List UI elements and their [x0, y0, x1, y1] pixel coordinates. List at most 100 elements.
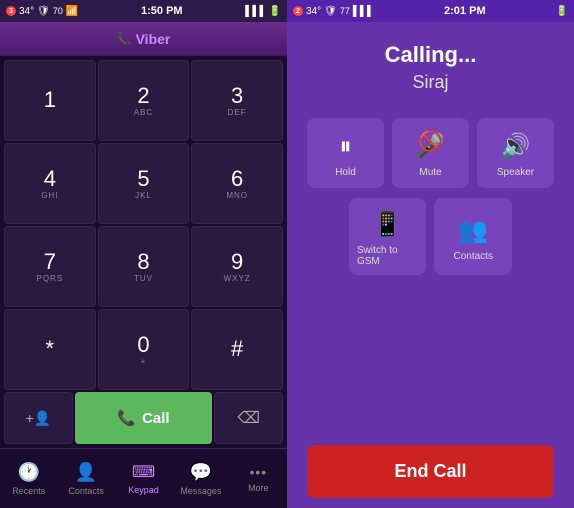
keypad-label: Keypad — [128, 485, 159, 495]
dial-key-8[interactable]: 8 TUV — [98, 226, 190, 307]
battery-right: 🔋 — [556, 6, 568, 17]
speaker-icon: 🔊 — [501, 132, 531, 161]
key-num-8: 8 — [137, 251, 149, 273]
key-letters-8: TUV — [134, 274, 153, 283]
more-label: More — [248, 483, 269, 493]
key-num-4: 4 — [44, 168, 56, 190]
speaker-label: Speaker — [497, 167, 534, 178]
calling-header: Calling... Siraj — [287, 22, 574, 108]
key-letters-3: DEF — [228, 108, 247, 117]
mute-label: Mute — [419, 167, 441, 178]
time-right: 2:01 PM — [444, 5, 486, 17]
shield-icon-right: 🛡 — [324, 6, 337, 17]
end-call-label: End Call — [394, 461, 466, 481]
more-icon: ••• — [249, 464, 267, 480]
temp-right: 34° — [306, 6, 321, 17]
add-contact-icon: +👤 — [26, 410, 52, 427]
controls-row-1: ⏸ Hold 🎤🚫 Mute 🔊 Speaker — [307, 118, 554, 188]
shield-num-left: 70 — [53, 6, 63, 16]
keypad-icon: ⌨ — [132, 462, 155, 482]
calling-name: Siraj — [287, 72, 574, 93]
status-icons-left: 3 34° 🛡 70 📶 — [6, 6, 78, 17]
hold-label: Hold — [335, 167, 356, 178]
controls-row-2: 📱 Switch to GSM 👥 Contacts — [349, 198, 512, 275]
dial-key-star[interactable]: * — [4, 309, 96, 390]
dial-key-3[interactable]: 3 DEF — [191, 60, 283, 141]
key-letters-5: JKL — [135, 191, 152, 200]
key-num-0: 0 — [137, 334, 149, 356]
viber-logo: Viber — [117, 31, 171, 47]
hold-button[interactable]: ⏸ Hold — [307, 118, 384, 188]
recents-icon: 🕐 — [17, 462, 39, 483]
messages-label: Messages — [180, 486, 221, 496]
key-letters-7: PQRS — [36, 274, 63, 283]
dial-key-5[interactable]: 5 JKL — [98, 143, 190, 224]
signal-indicator-left: 3 — [6, 6, 16, 16]
call-button[interactable]: 📞 Call — [75, 392, 213, 444]
key-num-1: 1 — [44, 89, 56, 111]
left-panel: 3 34° 🛡 70 📶 1:50 PM ▌▌▌ 🔋 Viber 1 2 ABC — [0, 0, 287, 508]
call-phone-icon: 📞 — [117, 409, 136, 427]
nav-item-contacts[interactable]: 👤 Contacts — [57, 449, 114, 508]
key-num-hash: # — [231, 338, 243, 360]
viber-title: Viber — [136, 31, 171, 47]
backspace-icon: ⌫ — [237, 408, 260, 428]
right-status-left: ▌▌▌ 🔋 — [245, 6, 281, 17]
contacts-icon-right: 👥 — [458, 216, 488, 245]
key-num-star: * — [46, 338, 55, 360]
key-letters-2: ABC — [134, 108, 153, 117]
speaker-button[interactable]: 🔊 Speaker — [477, 118, 554, 188]
calling-status: Calling... — [287, 42, 574, 68]
contacts-label-right: Contacts — [454, 251, 493, 262]
contacts-label: Contacts — [68, 486, 104, 496]
nav-item-keypad[interactable]: ⌨ Keypad — [115, 449, 172, 508]
recents-label: Recents — [12, 486, 45, 496]
switch-gsm-label: Switch to GSM — [357, 245, 419, 267]
key-num-3: 3 — [231, 85, 243, 107]
phone-icon-left: 📶 — [66, 6, 78, 17]
key-letters-4: GHI — [41, 191, 58, 200]
end-call-button[interactable]: End Call — [307, 445, 554, 498]
action-row: +👤 📞 Call ⌫ — [4, 392, 283, 444]
mute-button[interactable]: 🎤🚫 Mute — [392, 118, 469, 188]
dial-key-0[interactable]: 0 + — [98, 309, 190, 390]
backspace-button[interactable]: ⌫ — [214, 392, 283, 444]
dial-key-2[interactable]: 2 ABC — [98, 60, 190, 141]
key-letters-0: + — [141, 357, 147, 366]
battery-left: 🔋 — [269, 6, 281, 17]
time-left: 1:50 PM — [141, 5, 183, 17]
bottom-nav: 🕐 Recents 👤 Contacts ⌨ Keypad 💬 Messages… — [0, 448, 287, 508]
dialpad-grid: 1 2 ABC 3 DEF 4 GHI 5 JKL 6 MNO — [4, 60, 283, 390]
key-num-6: 6 — [231, 168, 243, 190]
switch-gsm-icon: 📱 — [373, 210, 403, 239]
signal-right: ▌▌▌ — [353, 6, 374, 17]
key-num-7: 7 — [44, 251, 56, 273]
dial-key-9[interactable]: 9 WXYZ — [191, 226, 283, 307]
dialpad-area: 1 2 ABC 3 DEF 4 GHI 5 JKL 6 MNO — [0, 56, 287, 448]
right-panel: 2 34° 🛡 77 ▌▌▌ 2:01 PM 🔋 Calling... Sira… — [287, 0, 574, 508]
signal-indicator-right: 2 — [293, 6, 303, 16]
contacts-icon: 👤 — [75, 462, 97, 483]
key-letters-9: WXYZ — [224, 274, 251, 283]
dial-key-7[interactable]: 7 PQRS — [4, 226, 96, 307]
key-letters-6: MNO — [226, 191, 248, 200]
status-left-right: 2 34° 🛡 77 ▌▌▌ — [293, 6, 374, 17]
contacts-button[interactable]: 👥 Contacts — [434, 198, 512, 275]
viber-header: Viber — [0, 22, 287, 56]
key-num-9: 9 — [231, 251, 243, 273]
signal-bars-left: ▌▌▌ — [245, 6, 266, 17]
key-num-5: 5 — [137, 168, 149, 190]
dial-key-4[interactable]: 4 GHI — [4, 143, 96, 224]
dial-key-hash[interactable]: # — [191, 309, 283, 390]
battery-level-right: 77 — [340, 6, 350, 16]
call-label: Call — [142, 410, 170, 427]
key-num-2: 2 — [137, 85, 149, 107]
dial-key-1[interactable]: 1 — [4, 60, 96, 141]
call-controls: ⏸ Hold 🎤🚫 Mute 🔊 Speaker 📱 Switch to GSM — [287, 108, 574, 508]
switch-gsm-button[interactable]: 📱 Switch to GSM — [349, 198, 427, 275]
nav-item-recents[interactable]: 🕐 Recents — [0, 449, 57, 508]
nav-item-messages[interactable]: 💬 Messages — [172, 449, 229, 508]
add-contact-button[interactable]: +👤 — [4, 392, 73, 444]
nav-item-more[interactable]: ••• More — [230, 449, 287, 508]
dial-key-6[interactable]: 6 MNO — [191, 143, 283, 224]
